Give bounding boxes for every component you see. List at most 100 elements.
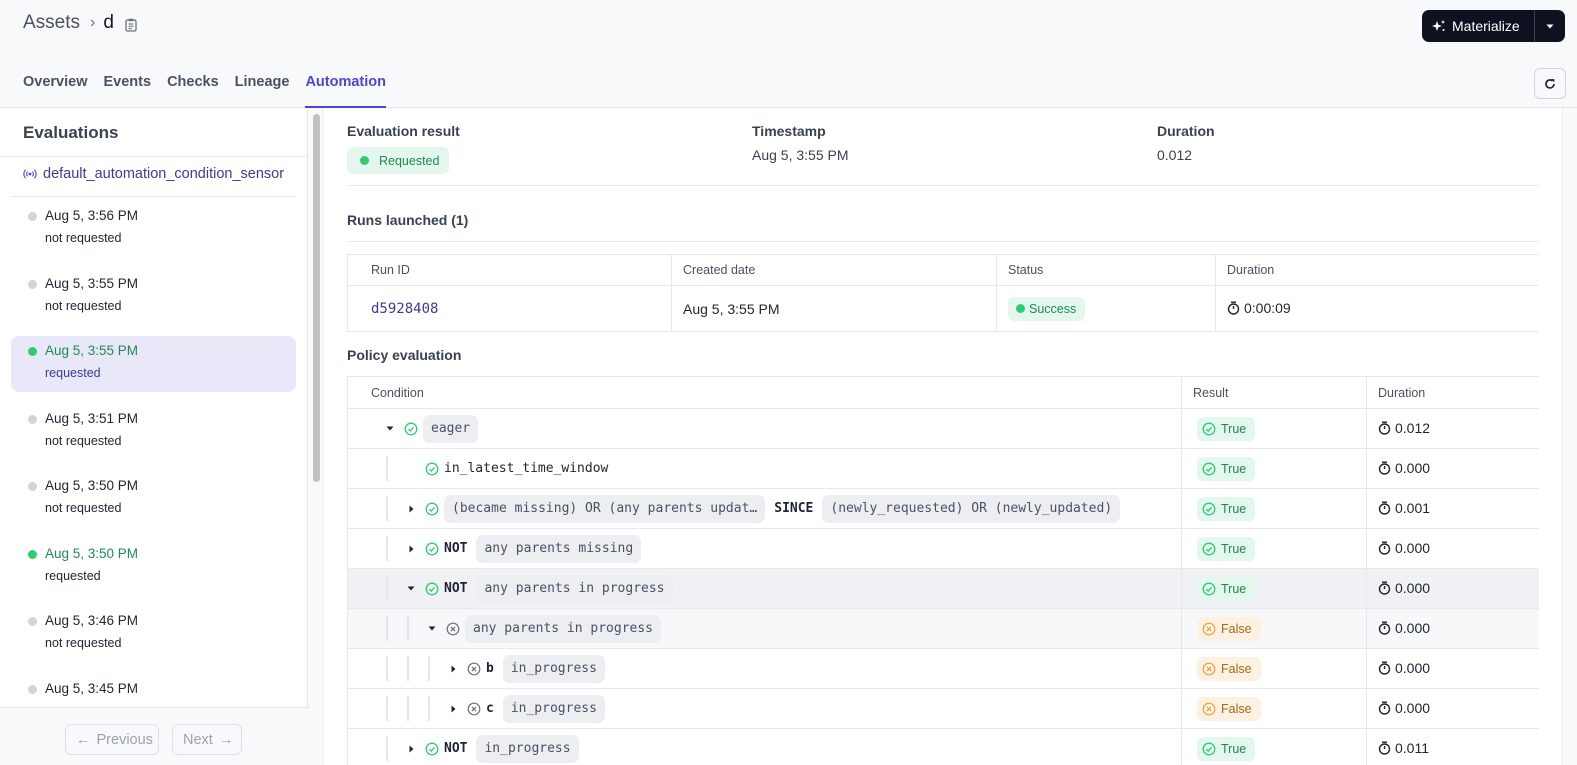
tab-automation[interactable]: Automation bbox=[305, 70, 386, 108]
condition-duration: 0.001 bbox=[1395, 499, 1431, 516]
timestamp-label: Timestamp bbox=[752, 123, 826, 139]
tab-events[interactable]: Events bbox=[104, 70, 152, 108]
tab-checks[interactable]: Checks bbox=[167, 70, 219, 108]
tab-lineage[interactable]: Lineage bbox=[235, 70, 290, 108]
tree-guide bbox=[386, 536, 388, 561]
previous-button[interactable]: ← Previous bbox=[65, 724, 159, 755]
divider bbox=[0, 156, 308, 157]
policy-row: any parents in progress False 0.000 bbox=[347, 608, 1539, 649]
column-header: Run ID bbox=[347, 254, 672, 286]
status-label: Success bbox=[1029, 301, 1077, 316]
tree-guide bbox=[386, 696, 388, 721]
result-badge: True bbox=[1197, 536, 1256, 561]
evaluation-list-item[interactable]: Aug 5, 3:50 PM requested bbox=[11, 539, 296, 595]
previous-label: Previous bbox=[96, 731, 153, 748]
timer-icon bbox=[1378, 741, 1391, 755]
evaluation-status: not requested bbox=[45, 231, 122, 245]
run-id-link[interactable]: d5928408 bbox=[371, 301, 438, 317]
policy-evaluation-title: Policy evaluation bbox=[347, 347, 462, 363]
tree-guide bbox=[407, 616, 409, 641]
evaluations-panel: Evaluations default_automation_condition… bbox=[0, 109, 308, 765]
condition-prefix: NOT bbox=[444, 581, 468, 596]
condition-prefix: b bbox=[486, 661, 494, 676]
table-row: d5928408 Aug 5, 3:55 PM Success 0:00:09 bbox=[347, 285, 1539, 332]
timer-icon bbox=[1227, 301, 1240, 315]
tab-overview[interactable]: Overview bbox=[23, 70, 88, 108]
condition-duration: 0.012 bbox=[1395, 419, 1431, 436]
condition-label: in_progress bbox=[502, 694, 605, 723]
tree-guide bbox=[386, 496, 388, 521]
sensor-link[interactable]: default_automation_condition_sensor bbox=[23, 166, 284, 182]
condition-label: in_progress bbox=[476, 734, 579, 763]
policy-table: Condition Result Duration eager True 0.012… bbox=[347, 376, 1539, 765]
status-dot-icon bbox=[28, 549, 37, 559]
next-label: Next bbox=[183, 731, 213, 748]
caret-right-icon[interactable] bbox=[404, 745, 418, 753]
evaluations-scrollbar[interactable] bbox=[309, 109, 323, 765]
evaluation-list-item[interactable]: Aug 5, 3:50 PM not requested bbox=[11, 471, 296, 527]
runs-launched-title: Runs launched (1) bbox=[347, 212, 469, 228]
evaluation-list-item[interactable]: Aug 5, 3:56 PM not requested bbox=[11, 201, 296, 257]
policy-row: c in_progress False 0.000 bbox=[347, 688, 1539, 729]
column-header: Status bbox=[996, 254, 1216, 286]
refresh-button[interactable] bbox=[1534, 68, 1566, 99]
materialize-dropdown-button[interactable] bbox=[1535, 24, 1565, 29]
pagination: ← Previous Next → bbox=[0, 707, 308, 765]
column-header: Duration bbox=[1366, 376, 1539, 409]
result-label: True bbox=[1221, 541, 1247, 556]
breadcrumb-assets-link[interactable]: Assets bbox=[23, 12, 80, 34]
check-circle-icon bbox=[425, 742, 439, 756]
breadcrumb-current: d bbox=[103, 12, 114, 33]
detail-scrollbar[interactable] bbox=[1562, 109, 1577, 765]
result-label: False bbox=[1221, 621, 1252, 636]
result-label: True bbox=[1221, 581, 1247, 596]
status-dot-icon bbox=[28, 414, 37, 424]
policy-row: b in_progress False 0.000 bbox=[347, 648, 1539, 689]
result-badge: True bbox=[1197, 496, 1256, 521]
materialize-button[interactable]: Materialize bbox=[1422, 10, 1535, 42]
policy-row: eager True 0.012 bbox=[347, 408, 1539, 449]
caret-down-icon[interactable] bbox=[383, 426, 397, 431]
clipboard-icon[interactable] bbox=[125, 16, 137, 32]
check-circle-icon bbox=[404, 422, 418, 436]
evaluation-time: Aug 5, 3:50 PM bbox=[45, 545, 139, 561]
condition-label: (newly_requested) OR (newly_updated) bbox=[822, 494, 1121, 523]
arrow-left-icon: ← bbox=[76, 731, 91, 748]
caret-down-icon[interactable] bbox=[404, 586, 418, 591]
evaluation-status: requested bbox=[45, 366, 101, 380]
check-circle-icon bbox=[425, 462, 439, 476]
evaluation-list-item[interactable]: Aug 5, 3:51 PM not requested bbox=[11, 404, 296, 460]
policy-row: NOT in_progress True 0.011 bbox=[347, 728, 1539, 765]
evaluation-list-item[interactable]: Aug 5, 3:55 PM not requested bbox=[11, 269, 296, 325]
evaluation-status: not requested bbox=[45, 433, 122, 448]
status-dot-icon bbox=[28, 482, 37, 491]
caret-right-icon[interactable] bbox=[404, 545, 418, 553]
duration-value: 0.012 bbox=[1157, 147, 1193, 163]
timer-icon bbox=[1378, 701, 1391, 715]
timer-icon bbox=[1378, 541, 1391, 555]
tree-guide bbox=[386, 736, 388, 761]
evaluation-time: Aug 5, 3:46 PM bbox=[45, 613, 139, 628]
requested-badge: Requested bbox=[347, 147, 450, 174]
evaluation-detail: Evaluation result Requested Timestamp Au… bbox=[324, 109, 1562, 765]
caret-right-icon[interactable] bbox=[446, 665, 460, 673]
sensor-name: default_automation_condition_sensor bbox=[43, 166, 285, 182]
status-dot-icon bbox=[28, 212, 37, 221]
x-circle-icon bbox=[467, 662, 481, 676]
evaluation-list-item[interactable]: Aug 5, 3:46 PM not requested bbox=[11, 606, 296, 662]
caret-right-icon[interactable] bbox=[446, 705, 460, 713]
x-circle-icon bbox=[467, 702, 481, 716]
caret-right-icon[interactable] bbox=[404, 505, 418, 513]
scrollbar-thumb[interactable] bbox=[313, 114, 320, 482]
caret-down-icon[interactable] bbox=[425, 626, 439, 631]
next-button[interactable]: Next → bbox=[172, 724, 242, 755]
arrow-right-icon: → bbox=[218, 731, 234, 748]
chevron-right-icon: › bbox=[90, 14, 96, 31]
timer-icon bbox=[1378, 421, 1391, 435]
caret-down-icon bbox=[1546, 24, 1554, 28]
evaluation-list: Aug 5, 3:56 PM not requested Aug 5, 3:55 P… bbox=[11, 201, 296, 741]
duration-label: Duration bbox=[1157, 123, 1215, 139]
condition-duration: 0.000 bbox=[1395, 579, 1431, 596]
evaluation-list-item[interactable]: Aug 5, 3:55 PM requested bbox=[11, 336, 296, 392]
tree-guide bbox=[386, 616, 388, 641]
